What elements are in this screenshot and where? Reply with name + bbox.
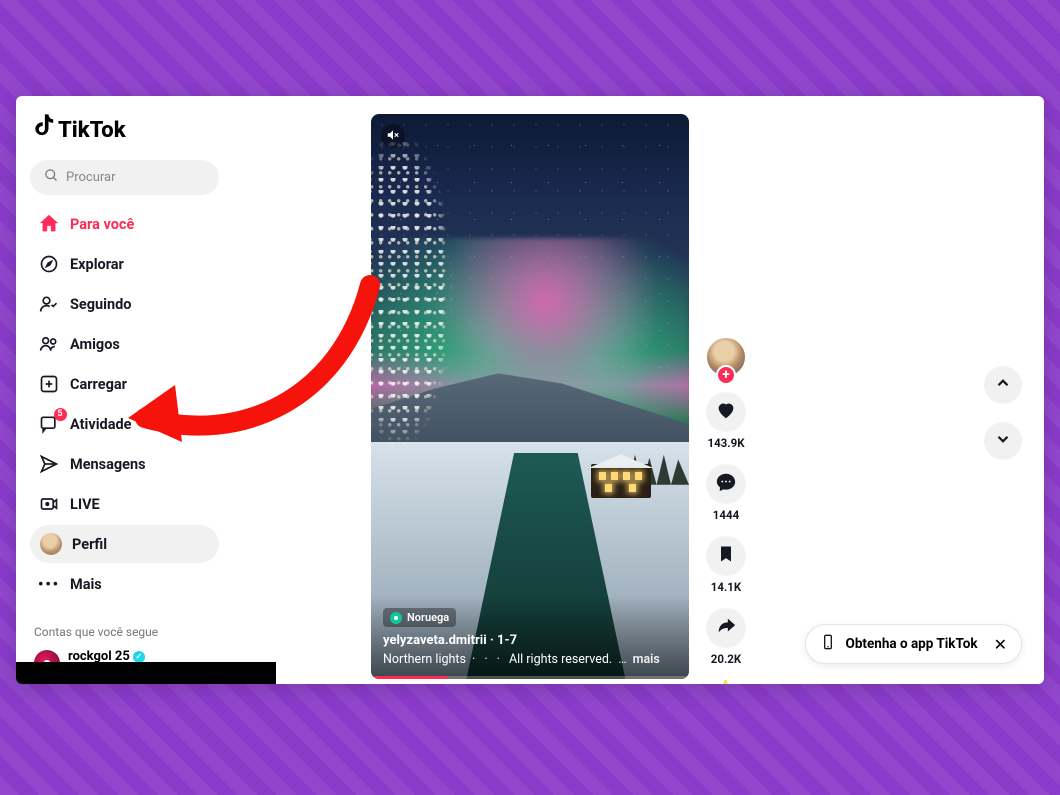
like-button[interactable] bbox=[706, 392, 746, 432]
more-icon: ••• bbox=[38, 573, 60, 595]
tiktok-logo-icon bbox=[32, 114, 54, 146]
activity-icon: 5 bbox=[38, 413, 60, 435]
chevron-up-icon bbox=[994, 374, 1012, 396]
video-caption[interactable]: Northern lights · · · All rights reserve… bbox=[383, 652, 677, 667]
nav-label: Mensagens bbox=[70, 456, 146, 473]
next-video-button[interactable] bbox=[984, 422, 1022, 460]
nav-label: Explorar bbox=[70, 256, 124, 273]
like-count: 143.9K bbox=[707, 436, 744, 450]
send-icon bbox=[38, 453, 60, 475]
nav-messages[interactable]: Mensagens bbox=[30, 445, 219, 483]
heart-icon bbox=[715, 399, 737, 425]
feed-pager bbox=[984, 366, 1022, 460]
prev-video-button[interactable] bbox=[984, 366, 1022, 404]
brand-name: TikTok bbox=[58, 118, 126, 143]
caption-left: Northern lights bbox=[383, 652, 466, 667]
get-app-label: Obtenha o app TikTok bbox=[846, 636, 978, 652]
video-username: yelyzaveta.dmitrii bbox=[383, 633, 487, 648]
save-count: 14.1K bbox=[711, 580, 741, 594]
search-icon bbox=[44, 168, 59, 187]
bottom-black-bar bbox=[16, 662, 276, 684]
chevron-down-icon bbox=[994, 430, 1012, 452]
feed: Noruega yelyzaveta.dmitrii · 1-7 Norther… bbox=[231, 96, 1044, 684]
save-button[interactable] bbox=[706, 536, 746, 576]
share-button[interactable] bbox=[706, 608, 746, 648]
nav-label: Seguindo bbox=[70, 296, 131, 313]
caption-dots: · · · bbox=[472, 652, 503, 667]
video-username-row[interactable]: yelyzaveta.dmitrii · 1-7 bbox=[383, 633, 677, 648]
verified-icon: ✓ bbox=[133, 651, 145, 663]
people-icon bbox=[38, 333, 60, 355]
caption-more: mais bbox=[633, 652, 660, 667]
video-info: Noruega yelyzaveta.dmitrii · 1-7 Norther… bbox=[371, 595, 689, 680]
live-icon bbox=[38, 493, 60, 515]
avatar-icon bbox=[40, 533, 62, 555]
comment-icon bbox=[715, 471, 737, 497]
video-card[interactable]: Noruega yelyzaveta.dmitrii · 1-7 Norther… bbox=[371, 114, 689, 679]
search-input[interactable]: Procurar bbox=[30, 160, 219, 195]
nav-upload[interactable]: Carregar bbox=[30, 365, 219, 403]
plus-square-icon bbox=[38, 373, 60, 395]
comment-count: 1444 bbox=[713, 508, 739, 522]
compass-icon bbox=[38, 253, 60, 275]
get-app-pill[interactable]: Obtenha o app TikTok ✕ bbox=[805, 624, 1022, 664]
sidebar: TikTok Procurar Para você bbox=[16, 96, 231, 684]
nav-friends[interactable]: Amigos bbox=[30, 325, 219, 363]
bookmark-icon bbox=[716, 544, 736, 568]
nav-label: LIVE bbox=[70, 496, 100, 513]
caption-right: All rights reserved. bbox=[509, 652, 612, 667]
location-text: Noruega bbox=[407, 611, 449, 624]
video-date: 1-7 bbox=[497, 633, 517, 648]
video-bg-house bbox=[591, 464, 651, 498]
phone-icon bbox=[820, 634, 836, 654]
nav-explore[interactable]: Explorar bbox=[30, 245, 219, 283]
nav-more[interactable]: ••• Mais bbox=[30, 565, 219, 603]
video-bg-tree-left bbox=[371, 142, 471, 566]
action-rail: + 143.9K 1444 bbox=[701, 336, 751, 684]
nav-following[interactable]: Seguindo bbox=[30, 285, 219, 323]
person-check-icon bbox=[38, 293, 60, 315]
following-section-title: Contas que você segue bbox=[34, 625, 215, 639]
nav-label: Mais bbox=[70, 576, 102, 593]
app-window: TikTok Procurar Para você bbox=[16, 96, 1044, 684]
nav-label: Amigos bbox=[70, 336, 120, 353]
close-icon[interactable]: ✕ bbox=[988, 635, 1007, 654]
sound-disc[interactable]: ⭐ bbox=[712, 680, 739, 684]
nav: Para você Explorar Seguindo bbox=[30, 205, 219, 603]
logo[interactable]: TikTok bbox=[32, 114, 219, 146]
home-icon bbox=[38, 213, 60, 235]
nav-label: Carregar bbox=[70, 376, 127, 393]
nav-label: Atividade bbox=[70, 416, 131, 433]
nav-label: Perfil bbox=[72, 536, 107, 553]
mute-button[interactable] bbox=[381, 124, 405, 148]
activity-badge: 5 bbox=[54, 408, 67, 421]
follow-button[interactable]: + bbox=[716, 365, 736, 385]
nav-profile[interactable]: Perfil bbox=[30, 525, 219, 563]
nav-live[interactable]: LIVE bbox=[30, 485, 219, 523]
video-progress[interactable] bbox=[371, 676, 689, 679]
search-placeholder: Procurar bbox=[66, 170, 116, 185]
location-pin-icon bbox=[390, 612, 402, 624]
nav-for-you[interactable]: Para você bbox=[30, 205, 219, 243]
location-chip[interactable]: Noruega bbox=[383, 608, 456, 627]
mute-icon bbox=[386, 128, 400, 145]
share-icon bbox=[715, 615, 737, 641]
share-count: 20.2K bbox=[711, 652, 741, 666]
comment-button[interactable] bbox=[706, 464, 746, 504]
nav-label: Para você bbox=[70, 216, 134, 233]
nav-activity[interactable]: 5 Atividade bbox=[30, 405, 219, 443]
creator-avatar[interactable]: + bbox=[705, 336, 747, 378]
